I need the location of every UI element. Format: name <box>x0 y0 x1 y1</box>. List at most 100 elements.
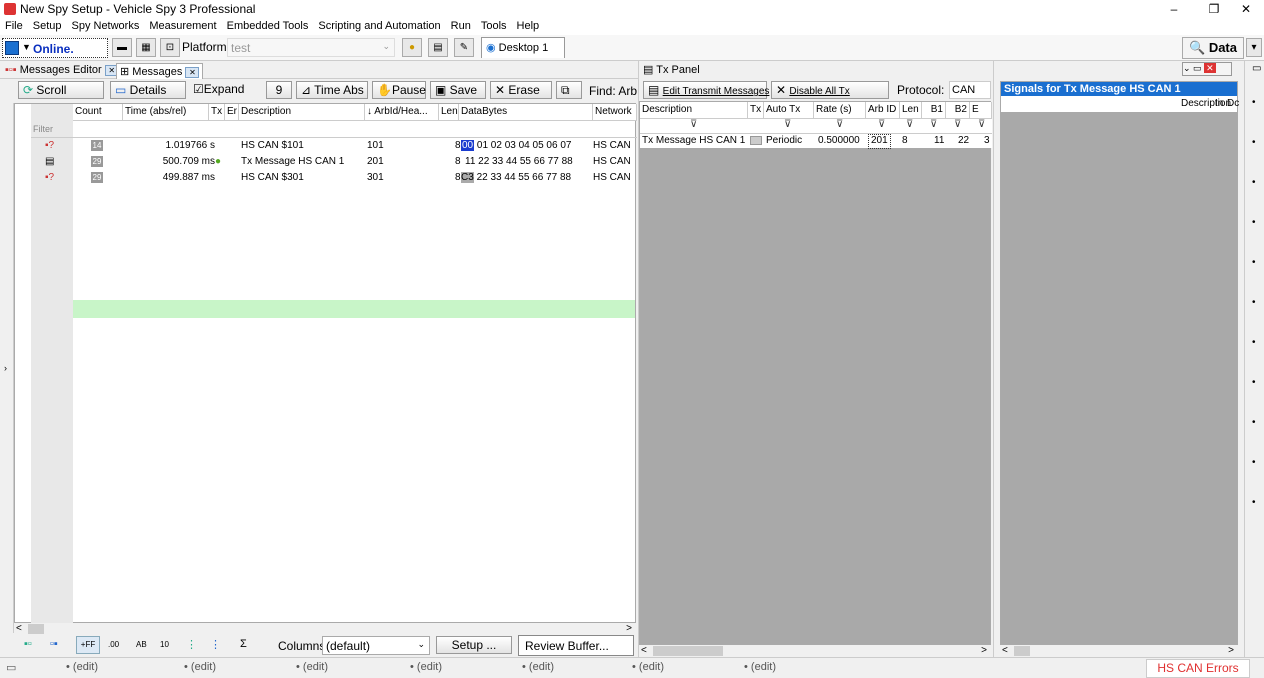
platform-select[interactable]: test ⌄ <box>227 38 395 57</box>
find-label[interactable]: Find: Arb <box>589 84 637 98</box>
expand-icon[interactable]: ⋮ <box>186 638 197 651</box>
tx-row[interactable]: Tx Message HS CAN 1 Periodic 0.500000 20… <box>640 134 992 150</box>
sigma-icon[interactable]: Σ <box>240 638 247 650</box>
setup-button[interactable]: Setup ... <box>436 636 512 654</box>
signals-h-scrollbar[interactable]: < > <box>1000 645 1238 657</box>
data-button[interactable]: 🔍 Data <box>1182 37 1244 59</box>
tx-filter-row[interactable]: ⊽ ⊽ ⊽ ⊽ ⊽ ⊽ ⊽ ⊽ <box>640 119 992 134</box>
time-abs-button[interactable]: ⊿ Time Abs <box>296 81 368 99</box>
scroll-thumb[interactable] <box>653 646 723 656</box>
camera-icon[interactable]: ▭ <box>1252 63 1261 74</box>
signals-col-description[interactable]: Description <box>1181 98 1231 113</box>
menu-measurement[interactable]: Measurement <box>144 18 221 34</box>
close-button[interactable]: ✕ <box>1228 0 1264 18</box>
edit-transmit-button[interactable]: ▤ Edit Transmit Messages <box>643 81 769 99</box>
disable-all-tx-button[interactable]: ✕ Disable All Tx <box>771 81 889 99</box>
col-tx[interactable]: Tx <box>209 104 225 121</box>
chevron-down-icon[interactable]: ⌄ <box>1183 63 1193 73</box>
collapse-icon[interactable]: ⋮ <box>210 638 221 651</box>
protocol-select[interactable]: CAN <box>949 81 991 99</box>
dot-icon[interactable]: • <box>1252 417 1256 428</box>
filter-icon[interactable]: ⊽ <box>878 119 885 130</box>
dot-icon[interactable]: • <box>1252 257 1256 268</box>
menu-scripting[interactable]: Scripting and Automation <box>313 18 445 34</box>
graph-icon[interactable]: ▤ <box>428 38 448 57</box>
dot-icon[interactable]: • <box>1252 337 1256 348</box>
minimize-button[interactable]: – <box>1156 0 1192 18</box>
menu-help[interactable]: Help <box>512 18 545 34</box>
window-controls[interactable]: ⌄ ▭ ✕ <box>1182 62 1232 76</box>
menu-setup[interactable]: Setup <box>28 18 67 34</box>
edit-slot-6[interactable]: • (edit) <box>632 661 664 673</box>
scroll-left-icon[interactable]: < <box>16 623 22 634</box>
close-icon[interactable]: ✕ <box>185 66 200 78</box>
tab-messages-editor[interactable]: ▪▫▪ Messages Editor ✕ <box>2 63 122 79</box>
col-time[interactable]: Time (abs/rel) <box>123 104 209 121</box>
expand-checkbox[interactable]: ☑Expand <box>193 82 244 96</box>
menu-tools[interactable]: Tools <box>476 18 512 34</box>
ascii-button[interactable]: AB <box>136 640 147 649</box>
hex-ff-button[interactable]: +FF <box>76 636 100 654</box>
review-buffer-button[interactable]: Review Buffer... <box>518 635 634 656</box>
tx-col-auto[interactable]: Auto Tx <box>764 102 814 119</box>
col-description[interactable]: Description <box>239 104 365 121</box>
h-scrollbar[interactable]: < > <box>14 623 636 635</box>
hs-can-errors-indicator[interactable]: HS CAN Errors <box>1146 659 1250 678</box>
col-network[interactable]: Network <box>593 104 637 121</box>
edit-slot-5[interactable]: • (edit) <box>522 661 554 673</box>
dot-icon[interactable]: • <box>1252 177 1256 188</box>
tx-rate-cell[interactable]: 0.500000 <box>818 135 860 150</box>
table-row[interactable]: ▤ 29 500.709 ms ● Tx Message HS CAN 1 20… <box>31 156 637 171</box>
collapse-strip[interactable]: › <box>0 103 14 633</box>
dot-icon[interactable]: • <box>1252 137 1256 148</box>
menu-embedded-tools[interactable]: Embedded Tools <box>222 18 314 34</box>
wrench-icon[interactable]: ✎ <box>454 38 474 57</box>
edit-slot-4[interactable]: • (edit) <box>410 661 442 673</box>
col-arbid[interactable]: ↓ ArbId/Hea... <box>365 104 439 121</box>
filter-icon[interactable]: ⊽ <box>954 119 961 130</box>
edit-slot-1[interactable]: • (edit) <box>66 661 98 673</box>
tx-h-scrollbar[interactable]: < > <box>639 645 991 657</box>
tx-send-button[interactable] <box>750 136 762 145</box>
tab-messages[interactable]: ⊞ Messages ✕ <box>116 63 204 79</box>
table-row[interactable]: ▪? 14 1.019766 s HS CAN $101 101 8 00 01… <box>31 140 637 155</box>
scroll-button[interactable]: ⟳ Scroll <box>18 81 104 99</box>
tx-b1-cell[interactable]: 11 <box>934 135 944 150</box>
menu-file[interactable]: File <box>0 18 28 34</box>
nine-button[interactable]: 9 <box>266 81 292 99</box>
scroll-right-icon[interactable]: > <box>626 623 632 634</box>
pause-button[interactable]: ✋Pause <box>372 81 426 99</box>
camera-icon[interactable]: ▭ <box>6 661 16 674</box>
dot-icon[interactable]: • <box>1252 297 1256 308</box>
tx-len-cell[interactable]: 8 <box>902 135 908 150</box>
filter-icon[interactable]: ⊽ <box>930 119 937 130</box>
dot-icon[interactable]: • <box>1252 377 1256 388</box>
calculator-icon[interactable]: ▦ <box>136 38 156 57</box>
scroll-thumb[interactable] <box>28 624 44 634</box>
col-len[interactable]: Len <box>439 104 459 121</box>
platform-icon[interactable]: ⊡ <box>160 38 180 57</box>
filter-icon[interactable]: ⊽ <box>978 119 985 130</box>
erase-button[interactable]: ✕ Erase <box>490 81 552 99</box>
tx-col-description[interactable]: Description <box>640 102 748 119</box>
col-er[interactable]: Er <box>225 104 239 121</box>
maximize-button[interactable]: ❐ <box>1196 0 1232 18</box>
signals-col-dc[interactable]: Dc <box>1227 98 1239 113</box>
scroll-left-icon[interactable]: < <box>1002 645 1008 656</box>
close-icon[interactable]: ✕ <box>1204 63 1216 73</box>
dot-icon[interactable]: • <box>1252 97 1256 108</box>
dot-icon[interactable]: • <box>1252 457 1256 468</box>
tx-auto-cell[interactable]: Periodic <box>766 135 802 150</box>
scroll-thumb[interactable] <box>1014 646 1030 656</box>
tab-desktop-1[interactable]: ◉ Desktop 1 <box>481 37 565 58</box>
edit-slot-7[interactable]: • (edit) <box>744 661 776 673</box>
tx-col-arbid[interactable]: Arb ID <box>866 102 900 119</box>
filter-tree-icon[interactable]: ▫▪ <box>50 638 58 650</box>
tx-col-tx[interactable]: Tx <box>748 102 764 119</box>
details-button[interactable]: ▭ Details <box>110 81 186 99</box>
data-dropdown-arrow[interactable]: ▾ <box>1246 38 1262 57</box>
tx-col-b3[interactable]: E <box>970 102 992 119</box>
tx-b2-cell[interactable]: 22 <box>958 135 969 150</box>
tx-col-b1[interactable]: B1 <box>922 102 946 119</box>
filter-row[interactable]: Filter <box>31 121 637 138</box>
